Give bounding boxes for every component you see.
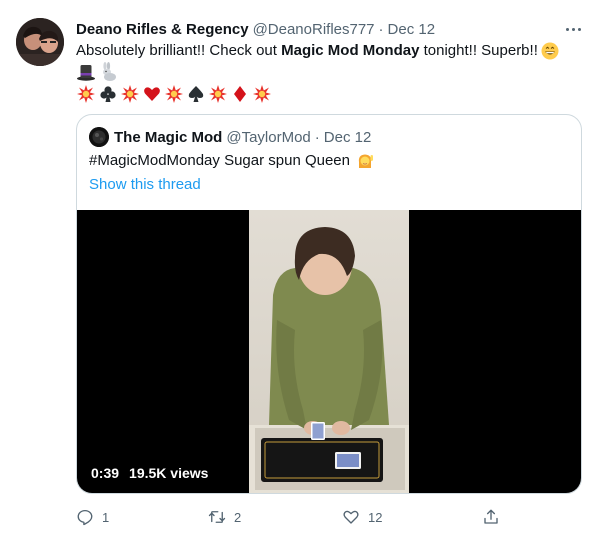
quoted-date[interactable]: Dec 12 [324,129,372,146]
top-hat-icon [76,62,96,82]
grinning-face-icon [540,41,560,61]
tweet: Deano Rifles & Regency @DeanoRifles777 ·… [0,0,598,544]
avatar[interactable] [16,18,64,66]
heart-icon [343,510,359,524]
collision-icon [120,84,140,104]
video-meta: 0:39 19.5K views [91,465,208,481]
collision-icon [76,84,96,104]
heart-suit-icon [142,84,162,104]
quoted-display-name[interactable]: The Magic Mod [114,129,222,146]
club-suit-icon [98,84,118,104]
tweet-text-end: tonight!! Superb!! [419,42,538,59]
tweet-text-bold: Magic Mod Monday [281,42,420,59]
tweet-date[interactable]: Dec 12 [388,21,436,38]
emoji-row-1 [76,61,576,83]
video-duration: 0:39 [91,465,120,481]
retweet-count: 2 [234,509,242,525]
person-raising-hand-icon [355,151,375,171]
display-name[interactable]: Deano Rifles & Regency [76,21,249,38]
share-button[interactable] [482,506,500,528]
diamond-suit-icon [230,84,250,104]
quoted-text: #MagicModMonday Sugar spun Queen [89,151,377,171]
quoted-tweet[interactable]: The Magic Mod @TaylorMod · Dec 12 #Magic… [76,114,582,494]
quoted-text-content: #MagicModMonday Sugar spun Queen [89,152,350,169]
video-thumbnail [249,210,409,493]
rabbit-icon [98,62,118,82]
reply-button[interactable]: 1 [76,506,109,528]
emoji-row-2 [76,83,576,105]
separator-dot: · [378,20,384,38]
avatar-photo [16,18,64,66]
like-count: 12 [368,509,383,525]
action-bar: 1 2 12 [76,506,506,528]
like-button[interactable]: 12 [342,506,382,528]
retweet-button[interactable]: 2 [208,506,241,528]
more-options-icon[interactable] [562,20,584,38]
tweet-text-start: Absolutely brilliant!! Check out [76,42,282,59]
collision-icon [164,84,184,104]
quoted-header: The Magic Mod @TaylorMod · Dec 12 [89,126,371,148]
collision-icon [252,84,272,104]
separator-dot: · [314,128,320,146]
retweet-icon [208,511,226,523]
reply-icon [77,509,93,526]
user-handle[interactable]: @DeanoRifles777 [253,21,375,38]
tweet-text: Absolutely brilliant!! Check out Magic M… [76,41,576,105]
quoted-avatar[interactable] [89,127,109,147]
show-thread-link[interactable]: Show this thread [89,175,201,195]
video-views: 19.5K views [129,465,209,481]
collision-icon [208,84,228,104]
video-player[interactable]: 0:39 19.5K views [77,210,581,493]
tweet-header: Deano Rifles & Regency @DeanoRifles777 ·… [76,18,435,40]
quoted-handle[interactable]: @TaylorMod [226,129,310,146]
share-icon [484,509,498,524]
reply-count: 1 [102,509,110,525]
spade-suit-icon [186,84,206,104]
